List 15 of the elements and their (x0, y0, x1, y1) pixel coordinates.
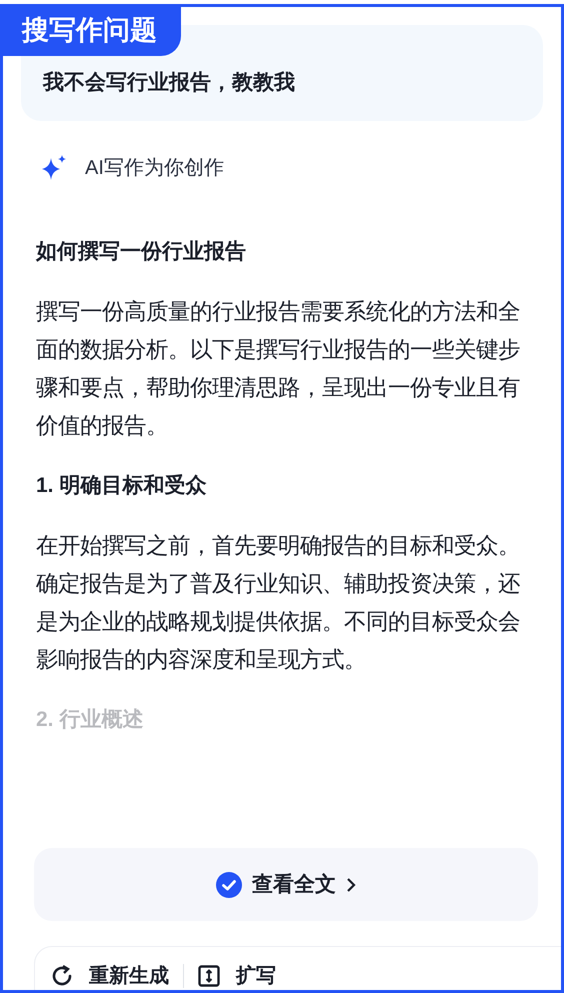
expand-icon (198, 965, 220, 987)
refresh-icon (51, 965, 73, 987)
section-heading: 1. 明确目标和受众 (36, 473, 208, 499)
ai-label: AI写作为你创作 (85, 156, 224, 181)
section-heading: 2. 行业概述 (36, 707, 144, 733)
read-more-button[interactable]: 查看全文 (34, 848, 538, 921)
question-text: 我不会写行业报告，教教我 (43, 72, 295, 93)
paragraph: 在开始撰写之前，首先要明确报告的目标和受众。确定报告是为了普及行业知识、辅助投资决策，还是为企业的战略规划提供依据。不同的目标受众会影响报告的内容深度和呈现方式。 (36, 532, 521, 674)
regenerate-button[interactable]: 重新生成 (51, 961, 169, 990)
chevron-right-icon (346, 876, 356, 892)
check-circle-icon (216, 872, 242, 898)
category-badge: 搜写作问题 (3, 7, 181, 56)
article-title: 如何撰写一份行业报告 (36, 239, 247, 265)
expand-button[interactable]: 扩写 (198, 961, 276, 990)
paragraph: 撰写一份高质量的行业报告需要系统化的方法和全面的数据分析。以下是撰写行业报告的一些关键步骤和要点，帮助你理清思路，呈现出一份专业且有价值的报告。 (36, 298, 521, 440)
